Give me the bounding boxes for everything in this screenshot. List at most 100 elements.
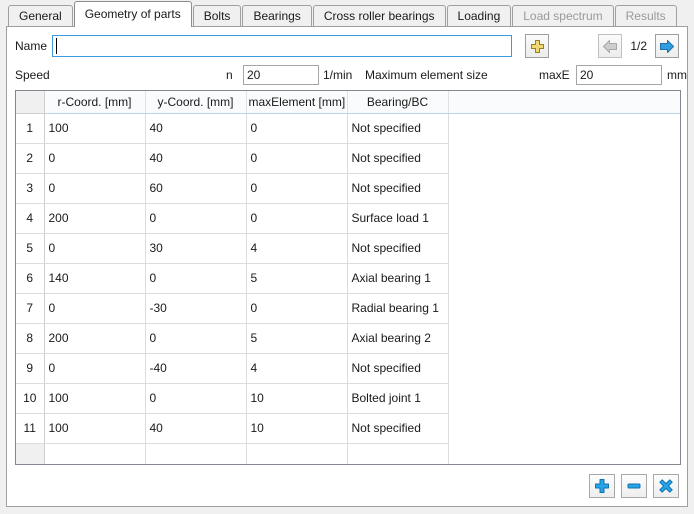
cell-bearing-bc[interactable]: Axial bearing 2 — [347, 323, 448, 353]
cell-filler — [448, 353, 680, 383]
cell-max-element[interactable]: 0 — [246, 143, 347, 173]
cell-bearing-bc[interactable]: Not specified — [347, 173, 448, 203]
cell-max-element[interactable]: 4 — [246, 233, 347, 263]
text-cursor — [56, 38, 57, 54]
cell-empty[interactable] — [347, 443, 448, 465]
tab-bolts[interactable]: Bolts — [193, 5, 242, 27]
row-number: 1 — [16, 113, 44, 143]
cell-max-element[interactable]: 10 — [246, 383, 347, 413]
next-page-button[interactable] — [655, 34, 679, 58]
cell-bearing-bc[interactable]: Not specified — [347, 353, 448, 383]
cell-filler — [448, 293, 680, 323]
table-row[interactable]: 7 0 -30 0 Radial bearing 1 — [16, 293, 680, 323]
cell-r-coord[interactable]: 200 — [44, 323, 145, 353]
cell-max-element[interactable]: 0 — [246, 173, 347, 203]
cell-y-coord[interactable]: 40 — [145, 113, 246, 143]
tab-geometry-of-parts[interactable]: Geometry of parts — [74, 1, 192, 27]
cell-max-element[interactable]: 0 — [246, 293, 347, 323]
previous-page-button[interactable] — [598, 34, 622, 58]
row-number: 8 — [16, 323, 44, 353]
cell-y-coord[interactable]: 0 — [145, 203, 246, 233]
cell-y-coord[interactable]: 0 — [145, 383, 246, 413]
column-header-r-coord[interactable]: r-Coord. [mm] — [44, 91, 145, 113]
cell-max-element[interactable]: 5 — [246, 323, 347, 353]
cell-r-coord[interactable]: 0 — [44, 233, 145, 263]
tab-general[interactable]: General — [8, 5, 73, 27]
cell-r-coord[interactable]: 0 — [44, 173, 145, 203]
cell-bearing-bc[interactable]: Not specified — [347, 143, 448, 173]
table-row[interactable]: 11 100 40 10 Not specified — [16, 413, 680, 443]
table-row[interactable]: 4 200 0 0 Surface load 1 — [16, 203, 680, 233]
geometry-table-container[interactable]: r-Coord. [mm] y-Coord. [mm] maxElement [… — [15, 90, 681, 465]
cell-bearing-bc[interactable]: Surface load 1 — [347, 203, 448, 233]
cell-r-coord[interactable]: 0 — [44, 353, 145, 383]
cell-bearing-bc[interactable]: Not specified — [347, 233, 448, 263]
cell-bearing-bc[interactable]: Radial bearing 1 — [347, 293, 448, 323]
table-row[interactable]: 2 0 40 0 Not specified — [16, 143, 680, 173]
cell-y-coord[interactable]: 40 — [145, 413, 246, 443]
table-empty-row[interactable] — [16, 443, 680, 465]
cell-max-element[interactable]: 0 — [246, 203, 347, 233]
add-geometry-button[interactable] — [525, 34, 549, 58]
column-header-max-element[interactable]: maxElement [mm] — [246, 91, 347, 113]
cell-max-element[interactable]: 10 — [246, 413, 347, 443]
cell-r-coord[interactable]: 0 — [44, 143, 145, 173]
cell-y-coord[interactable]: 0 — [145, 263, 246, 293]
cell-r-coord[interactable]: 200 — [44, 203, 145, 233]
table-row[interactable]: 5 0 30 4 Not specified — [16, 233, 680, 263]
cell-bearing-bc[interactable]: Axial bearing 1 — [347, 263, 448, 293]
cell-y-coord[interactable]: 60 — [145, 173, 246, 203]
cell-max-element[interactable]: 5 — [246, 263, 347, 293]
row-number: 4 — [16, 203, 44, 233]
cell-max-element[interactable]: 0 — [246, 113, 347, 143]
remove-row-button[interactable] — [621, 474, 647, 498]
cell-filler — [448, 323, 680, 353]
cell-filler — [448, 263, 680, 293]
cell-empty[interactable] — [246, 443, 347, 465]
row-number: 5 — [16, 233, 44, 263]
table-row[interactable]: 10 100 0 10 Bolted joint 1 — [16, 383, 680, 413]
cell-y-coord[interactable]: -30 — [145, 293, 246, 323]
tab-strip: General Geometry of parts Bolts Bearings… — [0, 0, 694, 27]
cell-bearing-bc[interactable]: Bolted joint 1 — [347, 383, 448, 413]
tab-label: Results — [626, 9, 666, 23]
cell-bearing-bc[interactable]: Not specified — [347, 113, 448, 143]
cell-r-coord[interactable]: 100 — [44, 383, 145, 413]
page-navigation: 1/2 — [598, 34, 679, 58]
name-input[interactable] — [52, 35, 512, 57]
speed-input[interactable] — [243, 65, 319, 85]
add-row-button[interactable] — [589, 474, 615, 498]
cell-filler — [448, 143, 680, 173]
table-row[interactable]: 9 0 -40 4 Not specified — [16, 353, 680, 383]
row-number: 2 — [16, 143, 44, 173]
cell-empty[interactable] — [44, 443, 145, 465]
cell-bearing-bc[interactable]: Not specified — [347, 413, 448, 443]
cell-y-coord[interactable]: 0 — [145, 323, 246, 353]
column-header-y-coord[interactable]: y-Coord. [mm] — [145, 91, 246, 113]
table-row[interactable]: 6 140 0 5 Axial bearing 1 — [16, 263, 680, 293]
column-header-bearing-bc[interactable]: Bearing/BC — [347, 91, 448, 113]
table-row[interactable]: 1 100 40 0 Not specified — [16, 113, 680, 143]
cell-filler — [448, 173, 680, 203]
table-row[interactable]: 8 200 0 5 Axial bearing 2 — [16, 323, 680, 353]
max-element-size-input[interactable] — [576, 65, 662, 85]
cell-empty[interactable] — [145, 443, 246, 465]
cell-r-coord[interactable]: 0 — [44, 293, 145, 323]
cell-r-coord[interactable]: 140 — [44, 263, 145, 293]
cell-max-element[interactable]: 4 — [246, 353, 347, 383]
cell-y-coord[interactable]: -40 — [145, 353, 246, 383]
geometry-table: r-Coord. [mm] y-Coord. [mm] maxElement [… — [16, 91, 680, 465]
cell-r-coord[interactable]: 100 — [44, 413, 145, 443]
row-number: 6 — [16, 263, 44, 293]
cell-y-coord[interactable]: 30 — [145, 233, 246, 263]
tab-loading[interactable]: Loading — [447, 5, 512, 27]
row-number: 10 — [16, 383, 44, 413]
table-row[interactable]: 3 0 60 0 Not specified — [16, 173, 680, 203]
cell-r-coord[interactable]: 100 — [44, 113, 145, 143]
application-window: General Geometry of parts Bolts Bearings… — [0, 0, 694, 514]
arrow-right-icon — [659, 39, 675, 54]
tab-cross-roller-bearings[interactable]: Cross roller bearings — [313, 5, 446, 27]
tab-bearings[interactable]: Bearings — [242, 5, 311, 27]
cell-y-coord[interactable]: 40 — [145, 143, 246, 173]
delete-all-rows-button[interactable] — [653, 474, 679, 498]
